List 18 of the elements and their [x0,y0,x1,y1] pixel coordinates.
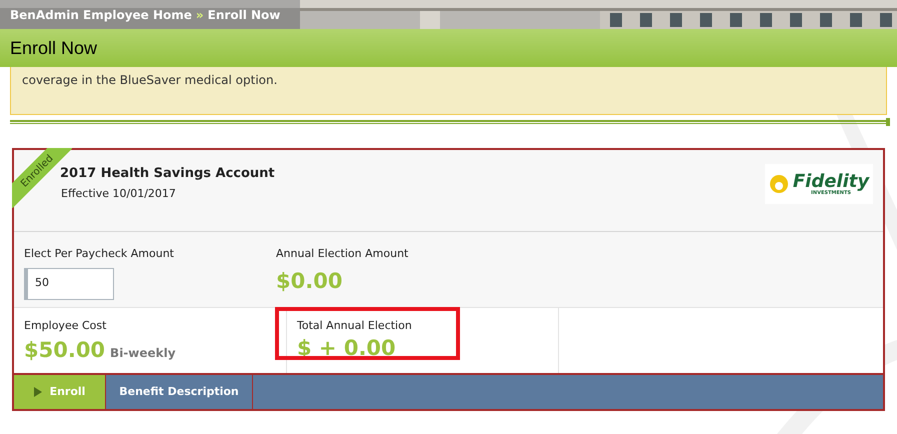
field-label: Annual Election Amount [276,246,408,262]
play-icon [34,387,42,397]
field-label: Total Annual Election [297,318,413,334]
total-amount: $ + 0.00 [297,334,397,360]
field-label: Elect Per Paycheck Amount [24,246,175,262]
breadcrumb-link[interactable]: Enroll Now [208,6,280,24]
sun-icon [768,174,789,194]
action-button[interactable]: Enroll [14,375,106,409]
pay-period: Bi-weekly [110,344,176,362]
breadcrumb-link[interactable]: BenAdmin Employee Home [10,6,192,24]
breadcrumb-separator: » [196,6,204,24]
notice-text: coverage in the BlueSaver medical option. [22,72,278,89]
page-title: Enroll Now [10,36,98,60]
amount-input-field[interactable]: 50 [24,268,114,300]
logo-wordmark: Fidelity [792,172,870,190]
field-label: Employee Cost [24,318,108,334]
employee-cost-amount: $50.00 [24,336,106,364]
annual-amount: $0.00 [276,268,344,294]
